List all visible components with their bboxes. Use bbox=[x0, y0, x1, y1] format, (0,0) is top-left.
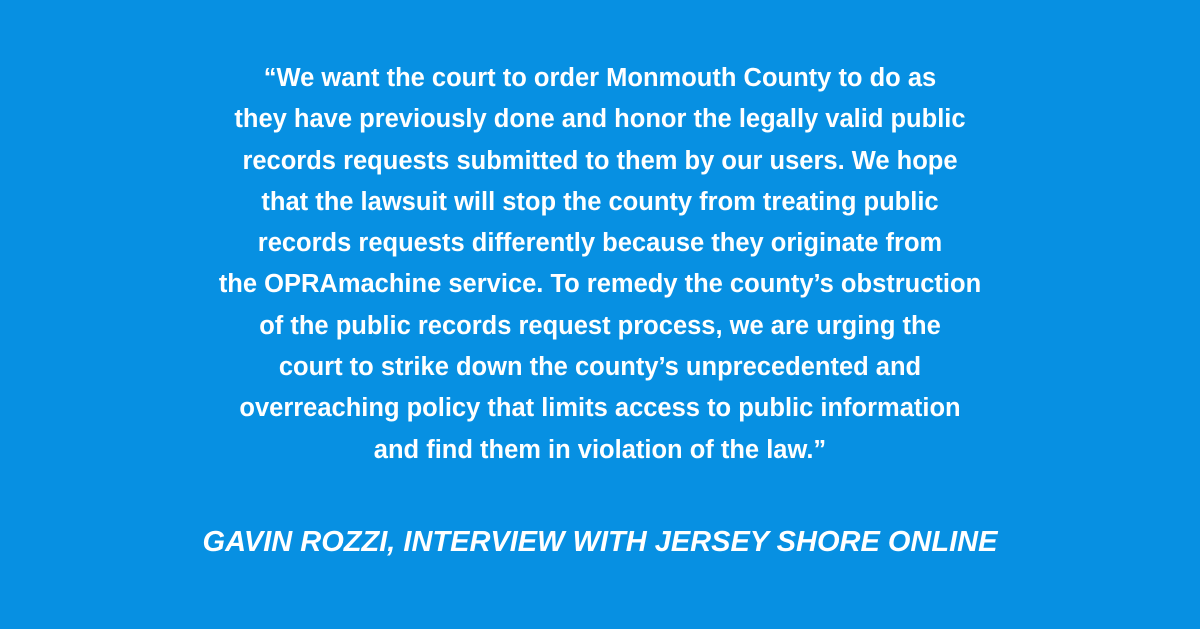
quote-attribution: GAVIN ROZZI, INTERVIEW WITH JERSEY SHORE… bbox=[202, 526, 998, 558]
quote-card: “We want the court to order Monmouth Cou… bbox=[0, 0, 1200, 629]
quote-line: records requests submitted to them by ou… bbox=[242, 146, 958, 175]
quote-line: the OPRAmachine service. To remedy the c… bbox=[218, 270, 982, 299]
quote-text: “We want the court to order Monmouth Cou… bbox=[60, 58, 1140, 471]
quote-line: and find them in violation of the law.” bbox=[373, 435, 827, 464]
quote-line: “We want the court to order Monmouth Cou… bbox=[263, 64, 937, 92]
quote-line: records requests differently because the… bbox=[257, 229, 943, 258]
quote-line: that the lawsuit will stop the county fr… bbox=[261, 187, 939, 216]
quote-line: they have previously done and honor the … bbox=[234, 105, 966, 134]
quote-line: of the public records request process, w… bbox=[259, 311, 941, 340]
quote-line: court to strike down the county’s unprec… bbox=[278, 353, 922, 382]
quote-line: overreaching policy that limits access t… bbox=[239, 394, 961, 423]
